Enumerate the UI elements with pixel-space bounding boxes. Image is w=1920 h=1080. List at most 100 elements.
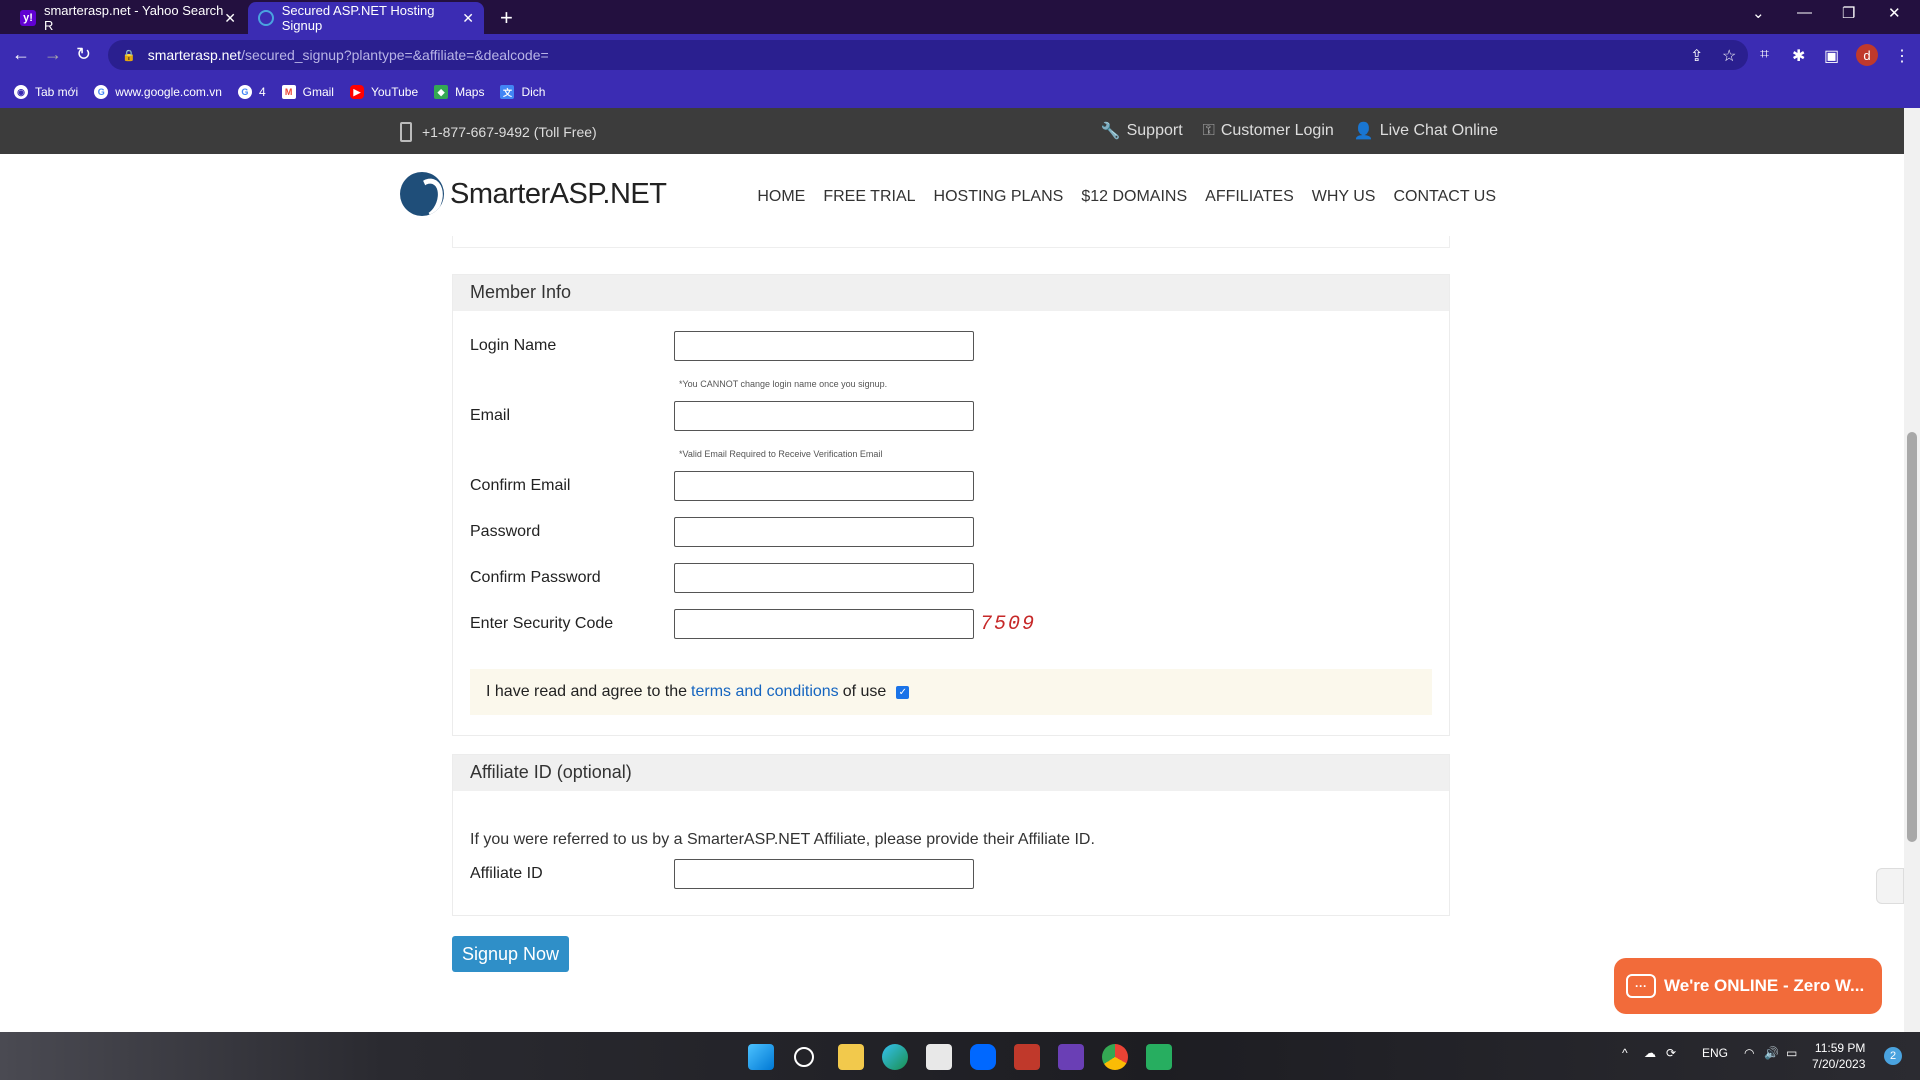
notification-badge[interactable]: 2 xyxy=(1884,1047,1902,1065)
support-label: Support xyxy=(1126,122,1183,139)
new-tab-button[interactable]: + xyxy=(500,5,513,31)
battery-icon[interactable]: ▭ xyxy=(1786,1046,1797,1060)
affiliate-panel: Affiliate ID (optional) If you were refe… xyxy=(452,754,1450,916)
tray-overflow-icon[interactable]: ^ xyxy=(1622,1046,1628,1060)
restore-button[interactable]: ❐ xyxy=(1842,4,1855,22)
forward-icon[interactable]: → xyxy=(44,44,62,65)
bookmark-label: Tab mới xyxy=(35,85,79,99)
security-code-row: Enter Security Code 7509 xyxy=(470,609,1036,639)
signup-now-button[interactable]: Signup Now xyxy=(452,936,569,972)
terms-prefix: I have read and agree to the xyxy=(486,683,688,700)
app-icon[interactable] xyxy=(1146,1044,1172,1070)
email-hint: *Valid Email Required to Receive Verific… xyxy=(679,449,883,459)
close-window-button[interactable]: ✕ xyxy=(1888,4,1901,22)
reload-icon[interactable]: ↻ xyxy=(76,44,91,65)
bookmark-gmail[interactable]: M Gmail xyxy=(281,85,334,99)
login-name-input[interactable] xyxy=(674,331,974,361)
nav-domains[interactable]: $12 DOMAINS xyxy=(1081,188,1187,206)
start-icon[interactable] xyxy=(748,1044,774,1070)
clock[interactable]: 11:59 PM 7/20/2023 xyxy=(1812,1040,1865,1072)
live-chat-link[interactable]: 👤 Live Chat Online xyxy=(1354,121,1498,141)
bookmark-google-4[interactable]: G4 xyxy=(237,85,266,99)
yahoo-icon: y! xyxy=(20,10,36,26)
terms-checkbox[interactable]: ✓ xyxy=(896,685,910,699)
search-icon[interactable] xyxy=(794,1047,814,1067)
member-info-title: Member Info xyxy=(453,275,1449,311)
bookmark-maps[interactable]: ◆ Maps xyxy=(434,85,484,99)
terms-suffix: of use xyxy=(842,683,887,700)
wifi-icon[interactable]: ◠ xyxy=(1744,1046,1754,1060)
chat-person-icon: 👤 xyxy=(1353,123,1374,140)
bookmark-dich[interactable]: 文 Dich xyxy=(500,85,545,99)
back-icon[interactable]: ← xyxy=(12,44,30,65)
nav-contact-us[interactable]: CONTACT US xyxy=(1393,188,1496,206)
live-chat-label: Live Chat Online xyxy=(1379,122,1498,139)
minimize-button[interactable]: — xyxy=(1797,4,1812,21)
side-panel-icon[interactable]: ▣ xyxy=(1824,46,1839,66)
phone-icon xyxy=(400,122,412,142)
email-field[interactable] xyxy=(674,401,974,431)
zalo-icon[interactable] xyxy=(970,1044,996,1070)
store-icon[interactable] xyxy=(926,1044,952,1070)
close-icon[interactable]: ✕ xyxy=(224,10,236,27)
chat-widget-label: We're ONLINE - Zero W... xyxy=(1664,976,1865,995)
phone-text: +1-877-667-9492 (Toll Free) xyxy=(422,124,597,140)
visual-studio-icon[interactable] xyxy=(1058,1044,1084,1070)
menu-icon[interactable]: ⋮ xyxy=(1894,46,1910,66)
url-path: /secured_signup?plantype=&affiliate=&dea… xyxy=(241,47,549,63)
tab-search-icon[interactable]: ⌄ xyxy=(1752,4,1765,22)
password-field[interactable] xyxy=(674,517,974,547)
side-chat-tab[interactable] xyxy=(1876,868,1904,904)
tab-signup[interactable]: Secured ASP.NET Hosting Signup ✕ xyxy=(248,2,484,34)
scrollbar-thumb[interactable] xyxy=(1907,432,1917,842)
address-bar[interactable]: 🔒 smarterasp.net/secured_signup?plantype… xyxy=(108,40,1748,70)
affiliate-id-input[interactable] xyxy=(674,859,974,889)
customer-login-link[interactable]: ⚿ Customer Login xyxy=(1203,121,1334,141)
extensions-icon[interactable]: ✱ xyxy=(1792,46,1805,66)
share-icon[interactable]: ⇪ xyxy=(1690,46,1703,66)
translate-icon[interactable]: ⌗ xyxy=(1760,46,1769,64)
nav-home[interactable]: HOME xyxy=(757,188,805,206)
lock-icon: 🔒 xyxy=(122,49,136,62)
bookmark-star-icon[interactable]: ☆ xyxy=(1722,46,1736,66)
wps-icon[interactable] xyxy=(1014,1044,1040,1070)
confirm-email-row: Confirm Email xyxy=(470,471,974,501)
nav-free-trial[interactable]: FREE TRIAL xyxy=(823,188,915,206)
support-link[interactable]: 🔧 Support xyxy=(1101,121,1183,141)
confirm-password-field[interactable] xyxy=(674,563,974,593)
translate-icon: 文 xyxy=(500,85,515,99)
nav-affiliates[interactable]: AFFILIATES xyxy=(1205,188,1294,206)
wrench-icon: 🔧 xyxy=(1100,123,1121,140)
cloud-icon[interactable]: ☁ xyxy=(1644,1046,1656,1060)
site-logo[interactable]: SmarterASP.NET xyxy=(400,172,667,216)
confirm-email-field[interactable] xyxy=(674,471,974,501)
nav-hosting-plans[interactable]: HOSTING PLANS xyxy=(934,188,1064,206)
affiliate-row: Affiliate ID xyxy=(470,859,974,889)
terms-box: I have read and agree to the terms and c… xyxy=(470,669,1432,715)
affiliate-id-label: Affiliate ID xyxy=(470,865,543,882)
maps-icon: ◆ xyxy=(434,85,449,99)
language-indicator[interactable]: ENG xyxy=(1702,1046,1728,1060)
profile-avatar[interactable]: d xyxy=(1856,44,1878,66)
windows-taskbar: ^ ☁ ⟳ ENG ◠ 🔊 ▭ 11:59 PM 7/20/2023 2 xyxy=(0,1032,1920,1080)
nav-why-us[interactable]: WHY US xyxy=(1312,188,1376,206)
chat-widget[interactable]: ··· We're ONLINE - Zero W... xyxy=(1614,958,1882,1014)
security-code-input[interactable] xyxy=(674,609,974,639)
loading-icon xyxy=(258,10,274,26)
bookmark-google[interactable]: Gwww.google.com.vn xyxy=(94,85,222,99)
volume-icon[interactable]: 🔊 xyxy=(1764,1046,1779,1060)
bookmark-label: Gmail xyxy=(302,85,334,99)
page-scrollbar[interactable] xyxy=(1904,108,1920,1032)
bookmark-youtube[interactable]: ▶ YouTube xyxy=(349,85,418,99)
gmail-icon: M xyxy=(281,85,296,99)
close-icon[interactable]: ✕ xyxy=(462,10,474,27)
bookmark-new-tab[interactable]: ◉ Tab mới xyxy=(14,85,78,99)
sync-icon[interactable]: ⟳ xyxy=(1666,1046,1676,1060)
tab-title: smarterasp.net - Yahoo Search R xyxy=(43,3,224,33)
terms-link[interactable]: terms and conditions xyxy=(691,683,839,701)
edge-icon[interactable] xyxy=(882,1044,908,1070)
tab-yahoo-search[interactable]: y! smarterasp.net - Yahoo Search R ✕ xyxy=(10,2,246,34)
tab-title: Secured ASP.NET Hosting Signup xyxy=(281,3,435,33)
chrome-icon[interactable] xyxy=(1102,1044,1128,1070)
file-explorer-icon[interactable] xyxy=(838,1044,864,1070)
